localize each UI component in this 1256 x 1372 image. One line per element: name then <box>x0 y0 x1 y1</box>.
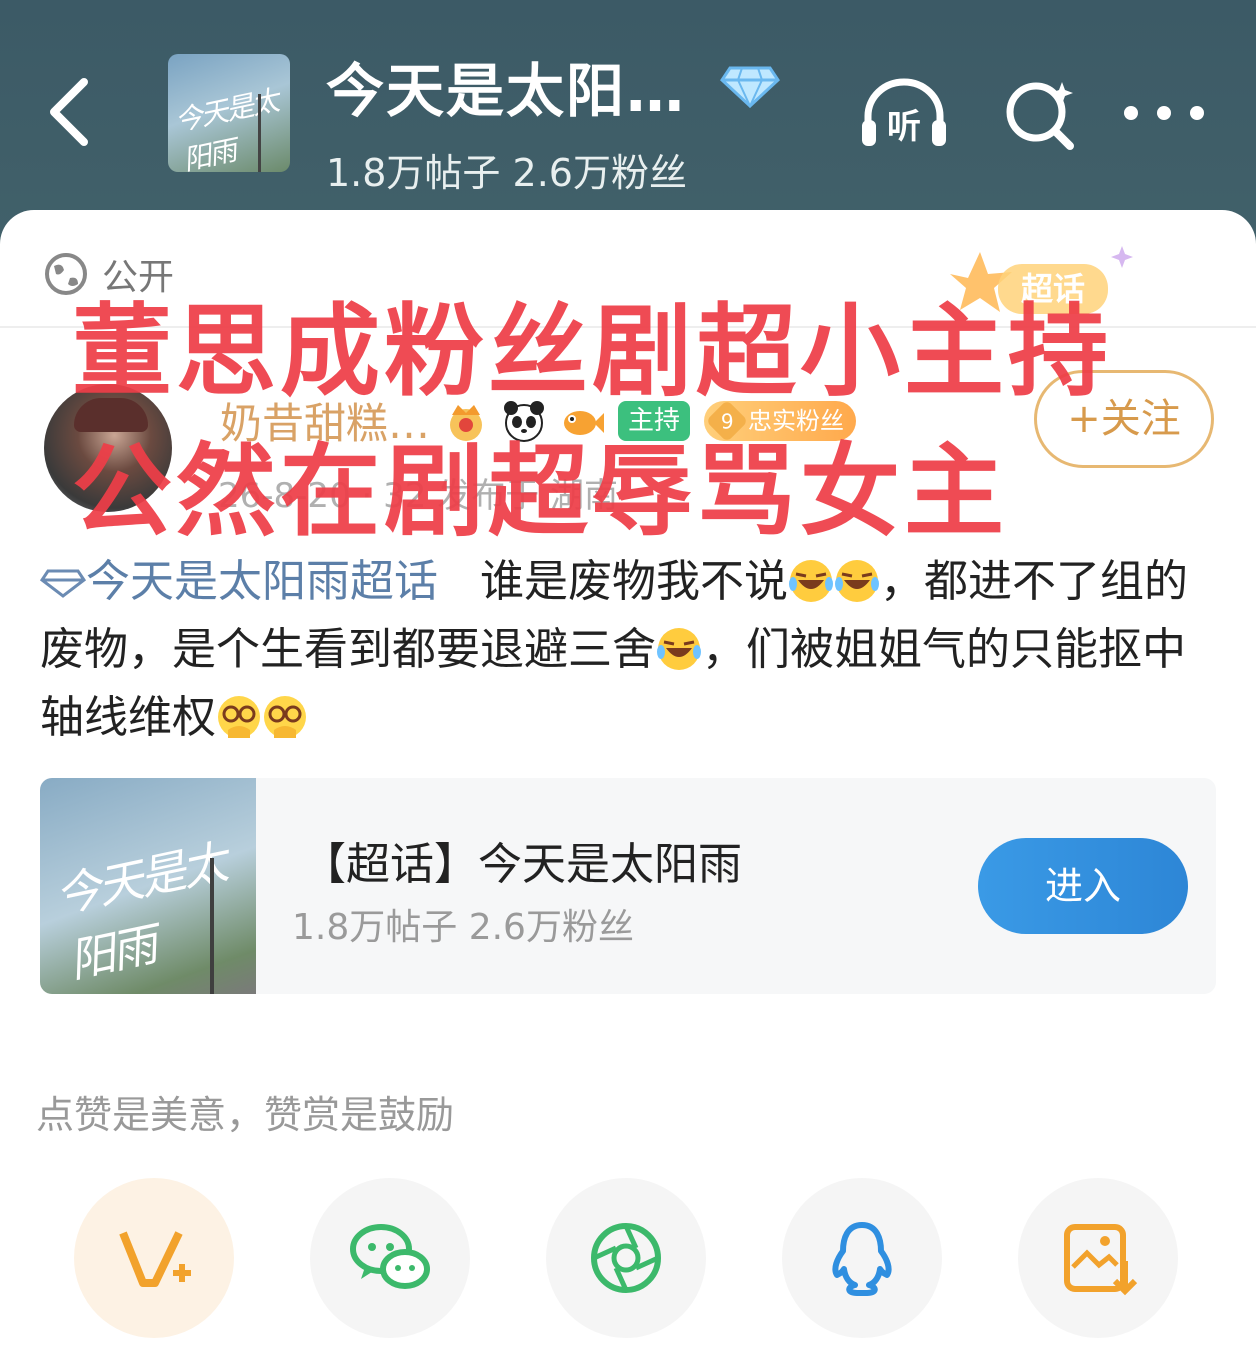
topic-card-cover: 今天是太阳雨 <box>40 778 256 994</box>
v-plus-icon <box>119 1231 191 1287</box>
topic-card-cover-text: 今天是太阳雨 <box>50 834 230 988</box>
post-content: 今天是太阳雨超话 谁是废物我不说 ，都进不了组的废物，是个生看到都要退避三舍 ，们被… <box>39 548 1220 752</box>
headphones-icon: 听 <box>862 78 946 147</box>
laugh-cry-emoji-icon <box>788 560 833 602</box>
topic-header: 今天是太阳雨 今天是太阳… 1.8万帖子 2.6万粉丝 听 <box>0 0 1256 210</box>
listen-label: 听 <box>887 107 921 147</box>
share-row <box>74 1178 1184 1348</box>
more-dot <box>1190 106 1204 120</box>
topic-stats: 1.8万帖子 2.6万粉丝 <box>326 151 687 195</box>
laugh-cry-emoji-icon <box>834 560 879 602</box>
more-dot <box>1124 106 1138 120</box>
facepalm-emoji-icon <box>218 696 260 738</box>
v-plus-button[interactable] <box>74 1178 234 1338</box>
topic-title-block: 今天是太阳… 1.8万帖子 2.6万粉丝 <box>326 44 780 197</box>
topic-cover-thumbnail[interactable]: 今天是太阳雨 <box>168 54 290 172</box>
search-button[interactable] <box>1000 74 1080 154</box>
topic-card-title: 【超话】今天是太阳雨 <box>302 839 742 890</box>
topic-card-stats: 1.8万帖子 2.6万粉丝 <box>292 907 634 948</box>
laugh-cry-emoji-icon <box>657 628 701 670</box>
cover-pole <box>258 94 261 172</box>
post-text-1: 谁是废物我不说 <box>479 556 788 607</box>
topic-hashtag-label: 今天是太阳雨超话 <box>86 556 438 607</box>
overlay-caption: 董思成粉丝剧超小主持 公然在剧超辱骂女主 <box>72 282 1112 562</box>
diamond-icon <box>720 66 780 108</box>
save-image-icon <box>1064 1224 1138 1296</box>
topic-title[interactable]: 今天是太阳… <box>326 44 686 128</box>
topic-hashtag-link[interactable]: 今天是太阳雨超话 <box>39 556 438 607</box>
wechat-icon <box>350 1224 430 1289</box>
diamond-outline-icon <box>39 569 87 598</box>
more-button[interactable] <box>1124 96 1204 130</box>
cover-pole <box>210 858 214 994</box>
cover-art-text: 今天是太阳雨 <box>171 83 281 172</box>
enter-button[interactable]: 进入 <box>978 838 1188 934</box>
moments-icon <box>591 1223 661 1293</box>
overlay-caption-line-1: 董思成粉丝剧超小主持 <box>72 293 1112 410</box>
topic-link-card[interactable]: 今天是太阳雨 【超话】今天是太阳雨 1.8万帖子 2.6万粉丝 进入 <box>40 778 1216 994</box>
listen-button[interactable]: 听 <box>858 76 950 152</box>
save-image-button[interactable] <box>1018 1178 1178 1338</box>
back-button[interactable] <box>36 72 106 152</box>
search-icon <box>1006 82 1074 150</box>
qq-share-button[interactable] <box>782 1178 942 1338</box>
more-dot <box>1157 106 1171 120</box>
like-hint: 点赞是美意，赞赏是鼓励 <box>36 1093 455 1137</box>
overlay-caption-line-2: 公然在剧超辱骂女主 <box>72 433 1008 550</box>
chevron-left-icon <box>50 78 88 146</box>
facepalm-emoji-icon <box>264 696 306 738</box>
moments-share-button[interactable] <box>546 1178 706 1338</box>
wechat-share-button[interactable] <box>310 1178 470 1338</box>
qq-icon <box>832 1222 892 1296</box>
